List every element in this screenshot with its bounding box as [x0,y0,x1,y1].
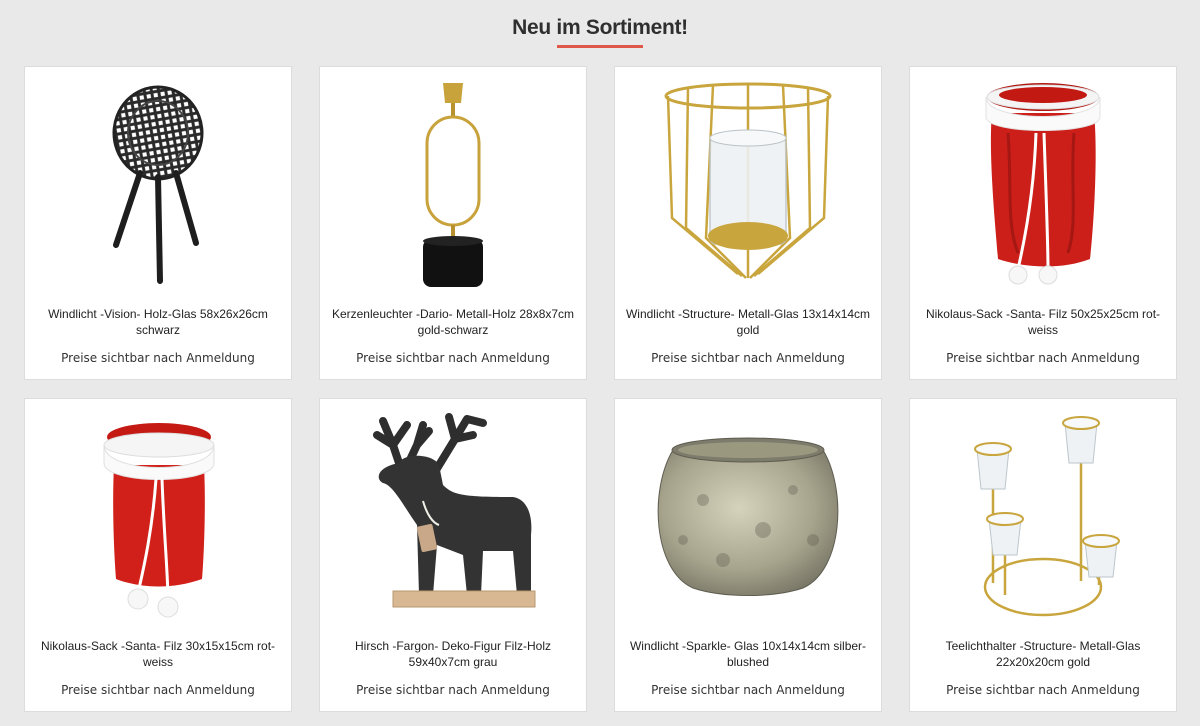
product-card[interactable]: Windlicht -Structure- Metall-Glas 13x14x… [614,66,882,380]
product-name[interactable]: Kerzenleuchter -Dario- Metall-Holz 28x8x… [330,307,576,338]
price-login-link[interactable]: Preise sichtbar nach Anmeldung [910,683,1176,697]
product-name[interactable]: Nikolaus-Sack -Santa- Filz 50x25x25cm ro… [920,307,1166,338]
product-image[interactable] [25,67,291,299]
price-login-link[interactable]: Preise sichtbar nach Anmeldung [615,351,881,365]
product-image[interactable] [615,399,881,631]
product-card[interactable]: Kerzenleuchter -Dario- Metall-Holz 28x8x… [319,66,587,380]
price-login-link[interactable]: Preise sichtbar nach Anmeldung [25,351,291,365]
product-name[interactable]: Windlicht -Sparkle- Glas 10x14x14cm silb… [625,639,871,670]
product-name[interactable]: Windlicht -Structure- Metall-Glas 13x14x… [625,307,871,338]
price-login-link[interactable]: Preise sichtbar nach Anmeldung [320,683,586,697]
price-login-link[interactable]: Preise sichtbar nach Anmeldung [320,351,586,365]
price-login-link[interactable]: Preise sichtbar nach Anmeldung [25,683,291,697]
product-name[interactable]: Nikolaus-Sack -Santa- Filz 30x15x15cm ro… [35,639,281,670]
product-image[interactable] [910,67,1176,299]
product-card[interactable]: Hirsch -Fargon- Deko-Figur Filz-Holz 59x… [319,398,587,712]
product-image[interactable] [615,67,881,299]
price-login-link[interactable]: Preise sichtbar nach Anmeldung [615,683,881,697]
product-card[interactable]: Nikolaus-Sack -Santa- Filz 50x25x25cm ro… [909,66,1177,380]
section-title: Neu im Sortiment! [512,16,688,39]
product-card[interactable]: Windlicht -Vision- Holz-Glas 58x26x26cm … [24,66,292,380]
product-image[interactable] [910,399,1176,631]
product-card[interactable]: Teelichthalter -Structure- Metall-Glas 2… [909,398,1177,712]
product-card[interactable]: Nikolaus-Sack -Santa- Filz 30x15x15cm ro… [24,398,292,712]
price-login-link[interactable]: Preise sichtbar nach Anmeldung [910,351,1176,365]
product-card[interactable]: Windlicht -Sparkle- Glas 10x14x14cm silb… [614,398,882,712]
product-image[interactable] [25,399,291,631]
title-underline [557,45,643,48]
product-image[interactable] [320,67,586,299]
product-name[interactable]: Teelichthalter -Structure- Metall-Glas 2… [920,639,1166,670]
product-name[interactable]: Hirsch -Fargon- Deko-Figur Filz-Holz 59x… [330,639,576,670]
product-name[interactable]: Windlicht -Vision- Holz-Glas 58x26x26cm … [35,307,281,338]
product-image[interactable] [320,399,586,631]
